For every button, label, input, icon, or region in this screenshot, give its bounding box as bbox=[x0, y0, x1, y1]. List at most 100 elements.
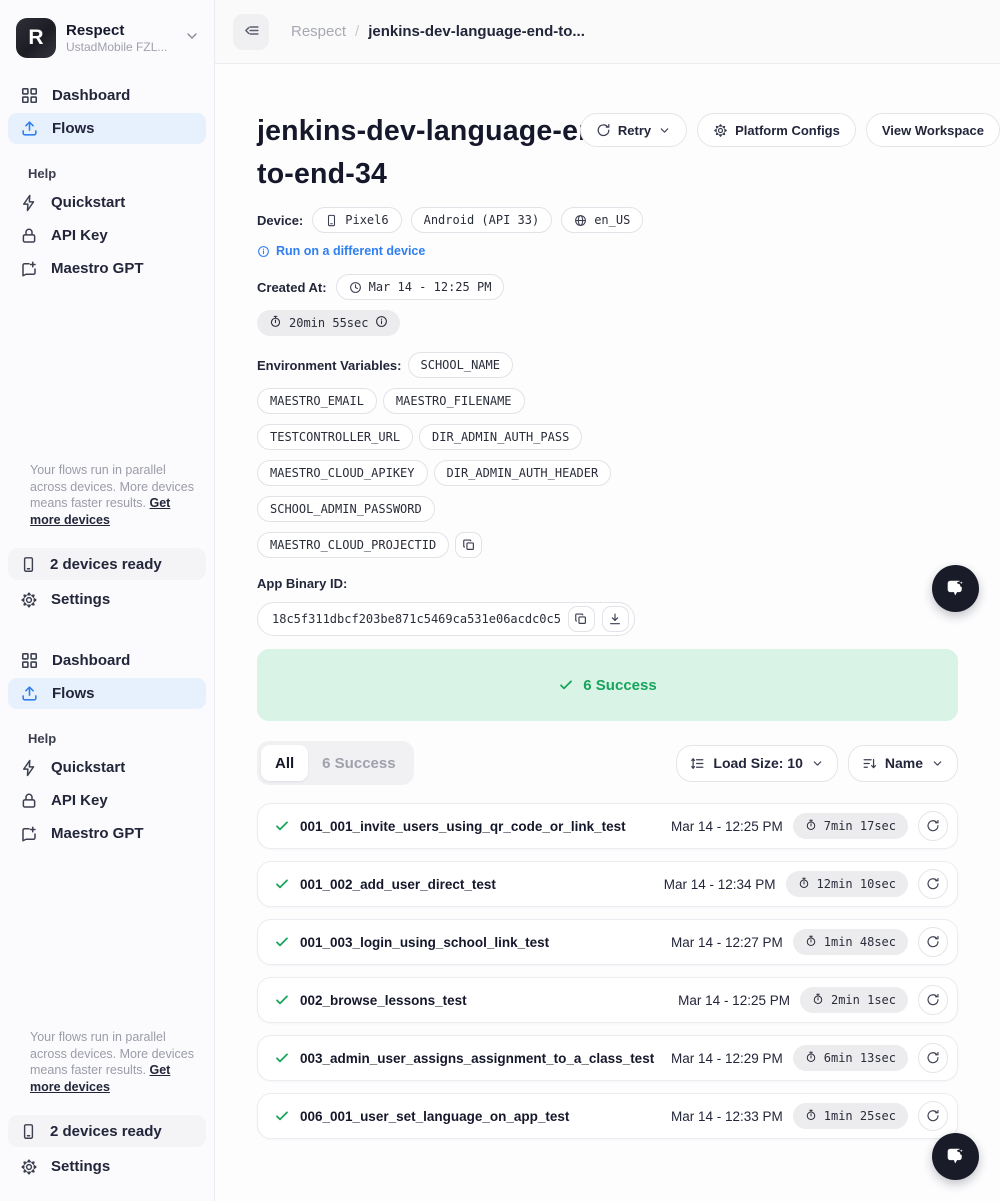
success-check-icon bbox=[274, 934, 290, 950]
platform-configs-label: Platform Configs bbox=[735, 123, 840, 138]
sort-dropdown[interactable]: Name bbox=[848, 745, 958, 782]
load-size-label: Load Size: 10 bbox=[713, 755, 802, 771]
chat-sparkle-icon bbox=[943, 576, 968, 601]
retry-test-button[interactable] bbox=[918, 985, 948, 1015]
devices-ready-label: 2 devices ready bbox=[50, 1123, 162, 1140]
retry-test-button[interactable] bbox=[918, 1043, 948, 1073]
sidebar-item-flows[interactable]: Flows bbox=[8, 678, 206, 709]
gear-icon bbox=[20, 1158, 38, 1176]
copy-env-vars-button[interactable] bbox=[455, 532, 482, 558]
retry-test-button[interactable] bbox=[918, 927, 948, 957]
download-binary-button[interactable] bbox=[602, 606, 629, 632]
env-var-chip: TESTCONTROLLER_URL bbox=[257, 424, 413, 450]
test-name: 003_admin_user_assigns_assignment_to_a_c… bbox=[300, 1051, 661, 1066]
success-check-icon bbox=[274, 992, 290, 1008]
gear-icon bbox=[20, 591, 38, 609]
sidebar-item-settings[interactable]: Settings bbox=[8, 1151, 206, 1182]
sidebar-item-label: Settings bbox=[51, 1158, 110, 1175]
sidebar-footer-note: Your flows run in parallel across device… bbox=[0, 462, 214, 528]
phone-icon bbox=[20, 1123, 37, 1140]
collapse-sidebar-button[interactable] bbox=[233, 14, 269, 50]
run-different-device-link[interactable]: Run on a different device bbox=[257, 244, 1000, 258]
sidebar-item-maestro-gpt[interactable]: Maestro GPT bbox=[8, 253, 206, 284]
sidebar-item-label: Flows bbox=[52, 685, 95, 702]
test-row[interactable]: 001_002_add_user_direct_test Mar 14 - 12… bbox=[257, 861, 958, 907]
copy-icon bbox=[462, 538, 476, 552]
filter-tabs: All 6 Success bbox=[257, 741, 414, 785]
sidebar-item-label: Dashboard bbox=[52, 652, 130, 669]
test-duration-pill: 7min 17sec bbox=[793, 813, 908, 839]
test-row[interactable]: 001_003_login_using_school_link_test Mar… bbox=[257, 919, 958, 965]
test-results-list: 001_001_invite_users_using_qr_code_or_li… bbox=[257, 803, 958, 1139]
view-workspace-label: View Workspace bbox=[882, 123, 984, 138]
retry-button[interactable]: Retry bbox=[580, 113, 687, 147]
feedback-chat-fab[interactable] bbox=[932, 565, 979, 612]
stopwatch-icon bbox=[269, 315, 282, 331]
sidebar-item-settings[interactable]: Settings bbox=[8, 584, 206, 615]
load-size-dropdown[interactable]: Load Size: 10 bbox=[676, 745, 837, 782]
test-row[interactable]: 001_001_invite_users_using_qr_code_or_li… bbox=[257, 803, 958, 849]
retry-icon bbox=[926, 819, 940, 833]
test-time: Mar 14 - 12:25 PM bbox=[671, 819, 783, 834]
sidebar-item-maestro-gpt[interactable]: Maestro GPT bbox=[8, 818, 206, 849]
env-var-chip: MAESTRO_FILENAME bbox=[383, 388, 525, 414]
sidebar-item-dashboard[interactable]: Dashboard bbox=[8, 80, 206, 111]
test-row[interactable]: 006_001_user_set_language_on_app_test Ma… bbox=[257, 1093, 958, 1139]
chevron-down-icon bbox=[184, 28, 200, 49]
breadcrumb: Respect / jenkins-dev-language-end-to... bbox=[291, 23, 585, 40]
top-header: Respect / jenkins-dev-language-end-to... bbox=[215, 0, 1000, 64]
test-time: Mar 14 - 12:34 PM bbox=[664, 877, 776, 892]
collapse-sidebar-icon bbox=[243, 22, 260, 42]
success-check-icon bbox=[274, 876, 290, 892]
retry-icon bbox=[926, 877, 940, 891]
test-row[interactable]: 002_browse_lessons_test Mar 14 - 12:25 P… bbox=[257, 977, 958, 1023]
list-order-icon bbox=[690, 756, 705, 771]
sidebar-item-label: Maestro GPT bbox=[51, 260, 144, 277]
chevron-down-icon bbox=[931, 757, 944, 770]
env-vars-section: Environment Variables: SCHOOL_NAME MAEST… bbox=[257, 352, 623, 558]
gear-icon bbox=[713, 123, 728, 138]
retry-test-button[interactable] bbox=[918, 869, 948, 899]
sidebar-item-flows[interactable]: Flows bbox=[8, 113, 206, 144]
test-name: 006_001_user_set_language_on_app_test bbox=[300, 1109, 661, 1124]
test-name: 001_002_add_user_direct_test bbox=[300, 877, 654, 892]
env-var-chip: SCHOOL_ADMIN_PASSWORD bbox=[257, 496, 435, 522]
total-duration-pill: 20min 55sec bbox=[257, 310, 400, 336]
test-time: Mar 14 - 12:25 PM bbox=[678, 993, 790, 1008]
tab-all[interactable]: All bbox=[261, 745, 308, 781]
sidebar-item-quickstart[interactable]: Quickstart bbox=[8, 752, 206, 783]
breadcrumb-parent[interactable]: Respect bbox=[291, 23, 346, 40]
success-check-icon bbox=[274, 818, 290, 834]
devices-ready-status[interactable]: 2 devices ready bbox=[8, 548, 206, 580]
feedback-chat-fab[interactable] bbox=[932, 1133, 979, 1180]
workspace-switcher[interactable]: R Respect UstadMobile FZL... bbox=[0, 0, 214, 58]
upload-icon bbox=[20, 119, 39, 138]
breadcrumb-separator: / bbox=[355, 23, 359, 40]
test-row[interactable]: 003_admin_user_assigns_assignment_to_a_c… bbox=[257, 1035, 958, 1081]
sidebar-item-api-key[interactable]: API Key bbox=[8, 785, 206, 816]
test-duration-pill: 6min 13sec bbox=[793, 1045, 908, 1071]
sidebar-item-dashboard[interactable]: Dashboard bbox=[8, 645, 206, 676]
retry-test-button[interactable] bbox=[918, 1101, 948, 1131]
env-var-chip: SCHOOL_NAME bbox=[408, 352, 513, 378]
chevron-down-icon bbox=[811, 757, 824, 770]
chat-plus-icon bbox=[20, 825, 38, 843]
view-workspace-button[interactable]: View Workspace bbox=[866, 113, 1000, 147]
tab-success[interactable]: 6 Success bbox=[308, 745, 409, 781]
sidebar-item-label: Maestro GPT bbox=[51, 825, 144, 842]
sidebar-item-api-key[interactable]: API Key bbox=[8, 220, 206, 251]
sidebar-item-label: Quickstart bbox=[51, 759, 125, 776]
success-banner: 6 Success bbox=[257, 649, 958, 721]
sidebar-item-label: API Key bbox=[51, 227, 108, 244]
sidebar-item-quickstart[interactable]: Quickstart bbox=[8, 187, 206, 218]
created-at-row: Created At: Mar 14 - 12:25 PM bbox=[257, 274, 1000, 300]
copy-binary-id-button[interactable] bbox=[568, 606, 595, 632]
retry-icon bbox=[926, 1051, 940, 1065]
platform-configs-button[interactable]: Platform Configs bbox=[697, 113, 856, 147]
dashboard-grid-icon bbox=[20, 86, 39, 105]
lightning-icon bbox=[20, 759, 38, 777]
globe-icon bbox=[574, 214, 587, 227]
retry-test-button[interactable] bbox=[918, 811, 948, 841]
devices-ready-status[interactable]: 2 devices ready bbox=[8, 1115, 206, 1147]
sidebar-item-label: Settings bbox=[51, 591, 110, 608]
